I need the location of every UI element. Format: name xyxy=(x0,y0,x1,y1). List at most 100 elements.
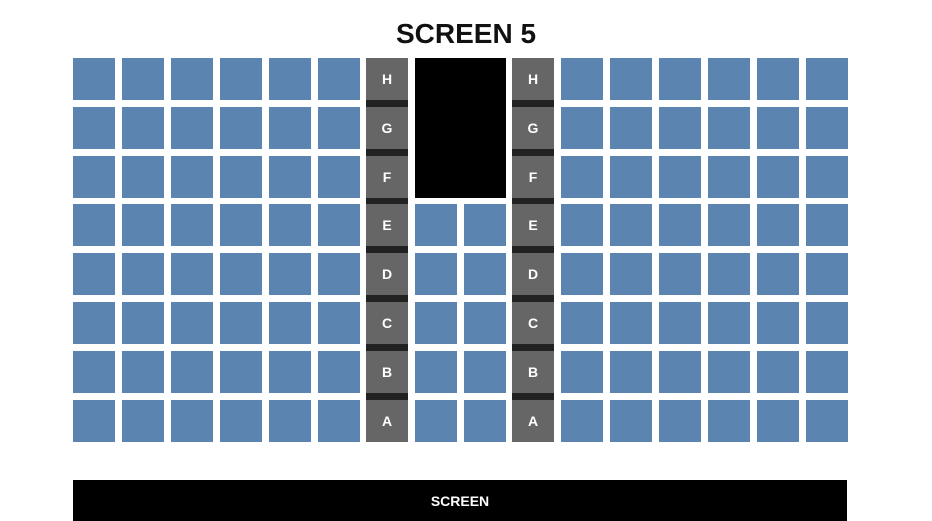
seat-b-left-4[interactable] xyxy=(220,351,262,393)
seat-g-left-6[interactable] xyxy=(318,107,360,149)
seat-d-left-5[interactable] xyxy=(269,253,311,295)
seat-f-left-5[interactable] xyxy=(269,156,311,198)
seat-a-center-2[interactable] xyxy=(464,400,506,442)
seat-a-left-3[interactable] xyxy=(171,400,213,442)
seat-h-right-5[interactable] xyxy=(757,58,799,100)
seat-a-left-6[interactable] xyxy=(318,400,360,442)
seat-e-left-2[interactable] xyxy=(122,204,164,246)
seat-a-right-4[interactable] xyxy=(708,400,750,442)
seat-a-left-4[interactable] xyxy=(220,400,262,442)
seat-b-right-4[interactable] xyxy=(708,351,750,393)
seat-e-right-6[interactable] xyxy=(806,204,848,246)
seat-e-left-5[interactable] xyxy=(269,204,311,246)
seat-c-left-4[interactable] xyxy=(220,302,262,344)
seat-h-right-6[interactable] xyxy=(806,58,848,100)
seat-d-left-6[interactable] xyxy=(318,253,360,295)
seat-e-right-1[interactable] xyxy=(561,204,603,246)
seat-f-left-3[interactable] xyxy=(171,156,213,198)
seat-e-right-4[interactable] xyxy=(708,204,750,246)
seat-h-right-3[interactable] xyxy=(659,58,701,100)
seat-b-left-5[interactable] xyxy=(269,351,311,393)
seat-e-right-5[interactable] xyxy=(757,204,799,246)
seat-h-right-1[interactable] xyxy=(561,58,603,100)
seat-d-right-6[interactable] xyxy=(806,253,848,295)
seat-e-left-4[interactable] xyxy=(220,204,262,246)
seat-f-left-2[interactable] xyxy=(122,156,164,198)
seat-g-left-3[interactable] xyxy=(171,107,213,149)
seat-a-right-2[interactable] xyxy=(610,400,652,442)
seat-a-left-1[interactable] xyxy=(73,400,115,442)
seat-g-right-1[interactable] xyxy=(561,107,603,149)
seat-d-center-1[interactable] xyxy=(415,253,457,295)
seat-f-right-4[interactable] xyxy=(708,156,750,198)
seat-a-right-5[interactable] xyxy=(757,400,799,442)
seat-b-right-5[interactable] xyxy=(757,351,799,393)
seat-c-right-1[interactable] xyxy=(561,302,603,344)
seat-d-left-4[interactable] xyxy=(220,253,262,295)
seat-h-right-2[interactable] xyxy=(610,58,652,100)
seat-b-right-1[interactable] xyxy=(561,351,603,393)
seat-c-right-2[interactable] xyxy=(610,302,652,344)
seat-d-right-2[interactable] xyxy=(610,253,652,295)
seat-f-right-3[interactable] xyxy=(659,156,701,198)
seat-c-center-2[interactable] xyxy=(464,302,506,344)
seat-a-left-2[interactable] xyxy=(122,400,164,442)
seat-c-right-5[interactable] xyxy=(757,302,799,344)
seat-c-left-1[interactable] xyxy=(73,302,115,344)
seat-a-center-1[interactable] xyxy=(415,400,457,442)
seat-d-center-2[interactable] xyxy=(464,253,506,295)
seat-h-right-4[interactable] xyxy=(708,58,750,100)
seat-g-right-2[interactable] xyxy=(610,107,652,149)
seat-e-center-2[interactable] xyxy=(464,204,506,246)
seat-c-left-5[interactable] xyxy=(269,302,311,344)
seat-b-left-3[interactable] xyxy=(171,351,213,393)
seat-e-center-1[interactable] xyxy=(415,204,457,246)
seat-f-left-6[interactable] xyxy=(318,156,360,198)
seat-c-center-1[interactable] xyxy=(415,302,457,344)
seat-h-left-4[interactable] xyxy=(220,58,262,100)
seat-c-right-3[interactable] xyxy=(659,302,701,344)
seat-d-right-3[interactable] xyxy=(659,253,701,295)
seat-c-left-6[interactable] xyxy=(318,302,360,344)
seat-a-right-1[interactable] xyxy=(561,400,603,442)
seat-e-right-2[interactable] xyxy=(610,204,652,246)
seat-c-right-4[interactable] xyxy=(708,302,750,344)
seat-g-right-4[interactable] xyxy=(708,107,750,149)
seat-c-right-6[interactable] xyxy=(806,302,848,344)
seat-a-right-6[interactable] xyxy=(806,400,848,442)
seat-c-left-2[interactable] xyxy=(122,302,164,344)
seat-c-left-3[interactable] xyxy=(171,302,213,344)
seat-d-left-2[interactable] xyxy=(122,253,164,295)
seat-f-right-2[interactable] xyxy=(610,156,652,198)
seat-e-left-6[interactable] xyxy=(318,204,360,246)
seat-f-right-6[interactable] xyxy=(806,156,848,198)
seat-h-left-1[interactable] xyxy=(73,58,115,100)
seat-b-left-2[interactable] xyxy=(122,351,164,393)
seat-f-left-4[interactable] xyxy=(220,156,262,198)
seat-g-left-4[interactable] xyxy=(220,107,262,149)
seat-h-left-6[interactable] xyxy=(318,58,360,100)
seat-h-left-5[interactable] xyxy=(269,58,311,100)
seat-h-left-3[interactable] xyxy=(171,58,213,100)
seat-d-left-3[interactable] xyxy=(171,253,213,295)
seat-g-left-1[interactable] xyxy=(73,107,115,149)
seat-b-left-1[interactable] xyxy=(73,351,115,393)
seat-b-left-6[interactable] xyxy=(318,351,360,393)
seat-b-right-2[interactable] xyxy=(610,351,652,393)
seat-a-left-5[interactable] xyxy=(269,400,311,442)
seat-a-right-3[interactable] xyxy=(659,400,701,442)
seat-f-right-1[interactable] xyxy=(561,156,603,198)
seat-g-right-6[interactable] xyxy=(806,107,848,149)
seat-b-center-2[interactable] xyxy=(464,351,506,393)
seat-g-right-3[interactable] xyxy=(659,107,701,149)
seat-g-right-5[interactable] xyxy=(757,107,799,149)
seat-e-right-3[interactable] xyxy=(659,204,701,246)
seat-g-left-2[interactable] xyxy=(122,107,164,149)
seat-b-center-1[interactable] xyxy=(415,351,457,393)
seat-d-right-5[interactable] xyxy=(757,253,799,295)
seat-f-right-5[interactable] xyxy=(757,156,799,198)
seat-b-right-6[interactable] xyxy=(806,351,848,393)
seat-d-right-4[interactable] xyxy=(708,253,750,295)
seat-f-left-1[interactable] xyxy=(73,156,115,198)
seat-g-left-5[interactable] xyxy=(269,107,311,149)
